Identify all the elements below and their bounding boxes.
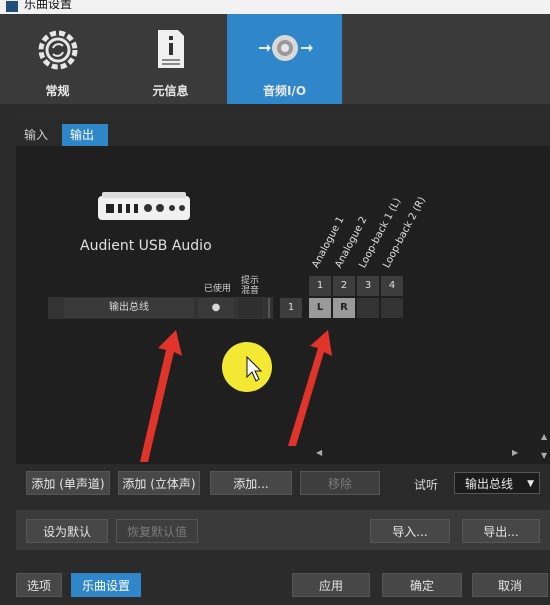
annotation-arrow-left: [140, 330, 182, 462]
set-default-button[interactable]: 设为默认: [26, 519, 108, 543]
annotation-arrow-right: [288, 330, 332, 446]
remove-button[interactable]: 移除: [300, 471, 380, 495]
export-button[interactable]: 导出...: [462, 519, 540, 543]
restore-default-button[interactable]: 恢复默认值: [116, 519, 198, 543]
options-button[interactable]: 选项: [16, 573, 62, 597]
add-mono-button[interactable]: 添加 (单声道): [26, 471, 110, 495]
audition-label: 试听: [414, 478, 439, 492]
import-button[interactable]: 导入...: [370, 519, 450, 543]
audition-select-value: 输出总线: [465, 477, 514, 491]
mouse-cursor-icon: [246, 356, 262, 382]
add-more-button[interactable]: 添加...: [210, 471, 292, 495]
chevron-down-icon: ▼: [527, 479, 534, 489]
add-stereo-button[interactable]: 添加 (立体声): [118, 471, 200, 495]
song-settings-button[interactable]: 乐曲设置: [71, 573, 141, 597]
audition-select[interactable]: 输出总线 ▼: [454, 472, 540, 494]
cancel-button[interactable]: 取消: [472, 573, 548, 597]
apply-button[interactable]: 应用: [292, 573, 370, 597]
ok-button[interactable]: 确定: [382, 573, 462, 597]
